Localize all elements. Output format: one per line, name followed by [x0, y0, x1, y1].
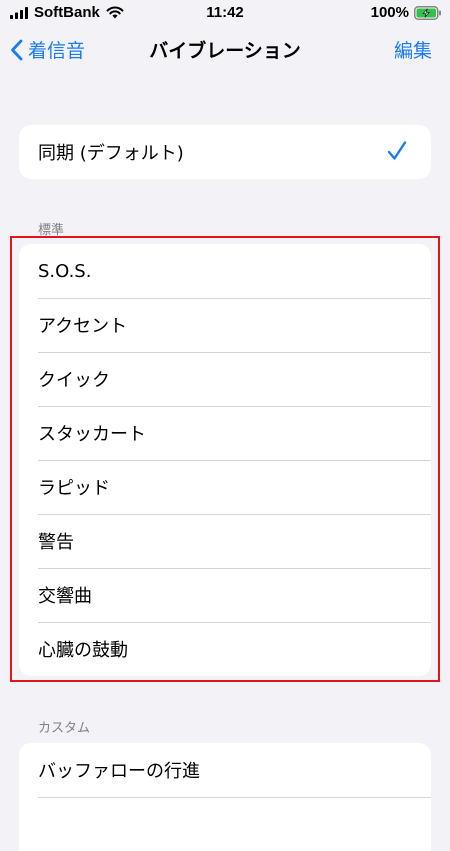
- custom-list: バッファローの行進: [19, 743, 431, 851]
- battery-percent: 100%: [370, 4, 409, 21]
- sync-card: 同期 (デフォルト): [19, 125, 431, 179]
- status-bar: SoftBank 11:42 100%: [0, 0, 450, 26]
- status-right: 100%: [371, 4, 442, 21]
- list-item-label: バッファローの行進: [38, 761, 200, 782]
- list-item-buffalo-march[interactable]: バッファローの行進: [19, 743, 431, 797]
- navigation-bar: 着信音 バイブレーション 編集: [0, 26, 450, 74]
- list-item-partial[interactable]: [19, 797, 431, 851]
- sync-default-label: 同期 (デフォルト): [38, 143, 184, 164]
- custom-section-header: カスタム: [38, 721, 91, 736]
- edit-button[interactable]: 編集: [394, 36, 432, 63]
- checkmark-icon: [387, 141, 407, 160]
- page-title: バイブレーション: [149, 40, 301, 62]
- sync-default-row[interactable]: 同期 (デフォルト): [19, 125, 431, 179]
- battery-charging-icon: [414, 5, 441, 20]
- highlight-box: [10, 236, 440, 682]
